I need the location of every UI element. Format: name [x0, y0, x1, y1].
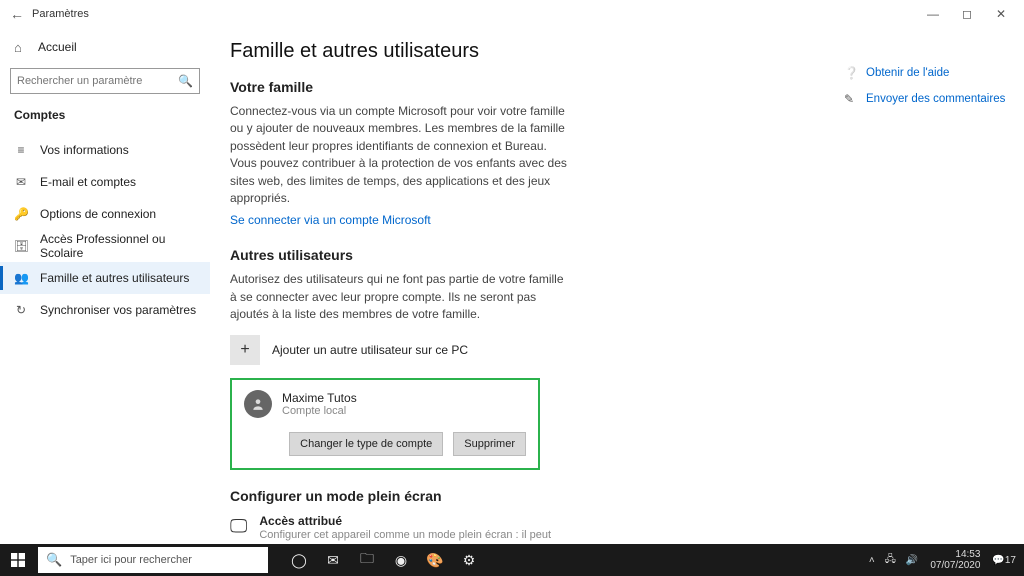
- sidebar-item-work-school[interactable]: 🗄 Accès Professionnel ou Scolaire: [0, 230, 210, 262]
- back-button[interactable]: ←: [6, 6, 28, 22]
- explorer-icon[interactable]: 🗀: [350, 544, 384, 576]
- search-icon: 🔍: [46, 552, 62, 568]
- user-type: Compte local: [282, 405, 357, 417]
- sync-icon: ↻: [14, 303, 28, 317]
- sidebar-item-label: Options de connexion: [40, 207, 156, 221]
- others-section: Autres utilisateurs Autorisez des utilis…: [230, 247, 570, 469]
- settings-app-icon[interactable]: ⚙: [452, 544, 486, 576]
- kiosk-desc: Configurer cet appareil comme un mode pl…: [259, 528, 570, 544]
- system-tray[interactable]: ˄ 🖧 🔊 14:53 07/07/2020 💬17: [867, 549, 1024, 571]
- tray-chevron-icon[interactable]: ˄: [867, 555, 877, 566]
- maximize-button[interactable]: ◻: [950, 0, 984, 28]
- titlebar: ← Paramètres ― ◻ ✕: [0, 0, 1024, 28]
- page-title: Famille et autres utilisateurs: [230, 40, 824, 63]
- sidebar-item-family[interactable]: 👥 Famille et autres utilisateurs: [0, 262, 210, 294]
- monitor-icon: 🖵: [230, 514, 247, 544]
- sidebar-item-label: Famille et autres utilisateurs: [40, 271, 189, 285]
- notifications-icon[interactable]: 💬17: [990, 555, 1018, 566]
- chrome-icon[interactable]: ◉: [384, 544, 418, 576]
- kiosk-section: Configurer un mode plein écran 🖵 Accès a…: [230, 488, 824, 544]
- notif-count: 17: [1005, 555, 1016, 566]
- person-icon: ≡: [14, 143, 28, 157]
- delete-user-button[interactable]: Supprimer: [453, 432, 526, 456]
- sidebar-item-label: E-mail et comptes: [40, 175, 136, 189]
- get-help-link[interactable]: ❔ Obtenir de l'aide: [844, 66, 1014, 80]
- task-view-icon[interactable]: ◯: [282, 544, 316, 576]
- key-icon: 🔑: [14, 207, 28, 221]
- paint-icon[interactable]: 🎨: [418, 544, 452, 576]
- taskbar-search[interactable]: 🔍 Taper ici pour rechercher: [38, 547, 268, 573]
- minimize-button[interactable]: ―: [916, 0, 950, 28]
- kiosk-heading: Configurer un mode plein écran: [230, 488, 824, 504]
- user-row[interactable]: Maxime Tutos Compte local: [244, 390, 526, 418]
- sidebar: ⌂ Accueil 🔍 Comptes ≡ Vos informations ✉…: [0, 28, 210, 544]
- briefcase-icon: 🗄: [14, 239, 28, 253]
- signin-microsoft-link[interactable]: Se connecter via un compte Microsoft: [230, 213, 431, 227]
- add-user-label: Ajouter un autre utilisateur sur ce PC: [272, 343, 468, 357]
- family-heading: Votre famille: [230, 79, 570, 95]
- family-desc: Connectez-vous via un compte Microsoft p…: [230, 103, 570, 207]
- taskbar-date: 07/07/2020: [930, 560, 980, 571]
- sidebar-item-label: Synchroniser vos paramètres: [40, 303, 196, 317]
- close-button[interactable]: ✕: [984, 0, 1018, 28]
- sidebar-item-email[interactable]: ✉ E-mail et comptes: [0, 166, 210, 198]
- right-rail: ❔ Obtenir de l'aide ✎ Envoyer des commen…: [844, 28, 1024, 544]
- sidebar-home-label: Accueil: [38, 40, 77, 54]
- feedback-icon: ✎: [844, 92, 858, 106]
- sidebar-item-signin-options[interactable]: 🔑 Options de connexion: [0, 198, 210, 230]
- help-icon: ❔: [844, 66, 858, 80]
- sidebar-item-label: Accès Professionnel ou Scolaire: [40, 232, 210, 260]
- taskbar-search-placeholder: Taper ici pour rechercher: [70, 554, 192, 566]
- window-title: Paramètres: [32, 8, 89, 20]
- mail-icon: ✉: [14, 175, 28, 189]
- avatar-icon: [244, 390, 272, 418]
- search-icon: 🔍: [178, 74, 193, 88]
- main-content: Famille et autres utilisateurs Votre fam…: [210, 28, 844, 544]
- search-input[interactable]: [17, 75, 178, 87]
- others-desc: Autorisez des utilisateurs qui ne font p…: [230, 271, 570, 323]
- sidebar-item-sync[interactable]: ↻ Synchroniser vos paramètres: [0, 294, 210, 326]
- sidebar-home[interactable]: ⌂ Accueil: [0, 32, 210, 62]
- taskbar: 🔍 Taper ici pour rechercher ◯ ✉ 🗀 ◉ 🎨 ⚙ …: [0, 544, 1024, 576]
- plus-icon: +: [230, 335, 260, 365]
- sidebar-item-label: Vos informations: [40, 143, 129, 157]
- feedback-label: Envoyer des commentaires: [866, 93, 1005, 105]
- kiosk-row[interactable]: 🖵 Accès attribué Configurer cet appareil…: [230, 514, 570, 544]
- change-account-type-button[interactable]: Changer le type de compte: [289, 432, 443, 456]
- sidebar-category: Comptes: [0, 104, 210, 134]
- user-card: Maxime Tutos Compte local Changer le typ…: [230, 378, 540, 470]
- start-button[interactable]: [0, 544, 36, 576]
- taskbar-clock[interactable]: 14:53 07/07/2020: [926, 549, 984, 571]
- others-heading: Autres utilisateurs: [230, 247, 570, 263]
- network-icon[interactable]: 🖧: [883, 552, 898, 569]
- feedback-link[interactable]: ✎ Envoyer des commentaires: [844, 92, 1014, 106]
- user-name: Maxime Tutos: [282, 391, 357, 405]
- kiosk-subheading: Accès attribué: [259, 514, 570, 528]
- mail-app-icon[interactable]: ✉: [316, 544, 350, 576]
- sidebar-item-your-info[interactable]: ≡ Vos informations: [0, 134, 210, 166]
- people-icon: 👥: [14, 271, 28, 285]
- volume-icon[interactable]: 🔊: [904, 555, 920, 566]
- sidebar-search[interactable]: 🔍: [10, 68, 200, 94]
- taskbar-time: 14:53: [930, 549, 980, 560]
- add-user-row[interactable]: + Ajouter un autre utilisateur sur ce PC: [230, 330, 570, 370]
- family-section: Votre famille Connectez-vous via un comp…: [230, 79, 570, 229]
- get-help-label: Obtenir de l'aide: [866, 67, 949, 79]
- home-icon: ⌂: [14, 40, 28, 55]
